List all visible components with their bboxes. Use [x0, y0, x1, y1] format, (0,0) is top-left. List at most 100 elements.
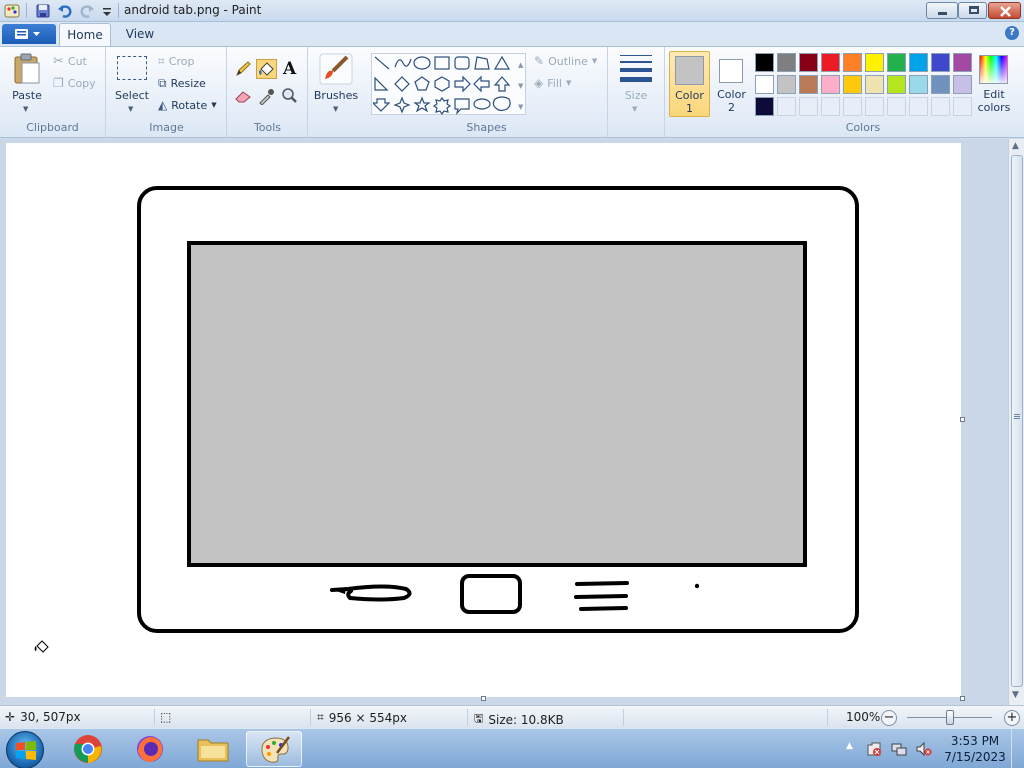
- cut-button[interactable]: ✂ Cut: [53, 54, 87, 69]
- eraser-tool[interactable]: [233, 86, 254, 106]
- tab-view[interactable]: View: [117, 23, 163, 46]
- outline-button[interactable]: ✎ Outline ▼: [534, 54, 597, 68]
- undo-icon[interactable]: [57, 3, 73, 19]
- size-button[interactable]: Size: [614, 89, 658, 102]
- customize-toolbar-icon[interactable]: [99, 3, 115, 19]
- show-desktop-button[interactable]: [1011, 729, 1024, 768]
- color-swatch[interactable]: [777, 75, 796, 94]
- scrollbar-thumb[interactable]: [1011, 155, 1023, 687]
- color-swatch[interactable]: [799, 53, 818, 72]
- color-swatch[interactable]: [755, 97, 774, 116]
- outline-icon: ✎: [534, 54, 545, 68]
- zoom-slider-thumb[interactable]: [945, 710, 954, 725]
- color-swatch[interactable]: [909, 53, 928, 72]
- volume-muted-icon[interactable]: [916, 741, 932, 757]
- color-swatch[interactable]: [865, 53, 884, 72]
- color-swatch[interactable]: [843, 53, 862, 72]
- paint-bucket-icon: [259, 62, 274, 76]
- brushes-dropdown-icon[interactable]: ▼: [333, 105, 338, 113]
- color-swatch[interactable]: [865, 97, 884, 116]
- paint-menu-button[interactable]: [2, 24, 56, 44]
- firefox-icon: [137, 736, 163, 762]
- color-swatch[interactable]: [953, 97, 972, 116]
- resize-button[interactable]: ⧉ Resize: [158, 76, 206, 91]
- network-icon[interactable]: [891, 741, 907, 757]
- color-swatch[interactable]: [755, 53, 774, 72]
- color-swatch[interactable]: [821, 53, 840, 72]
- size-lines-icon[interactable]: [620, 55, 652, 82]
- resize-handle-right[interactable]: [960, 417, 965, 422]
- paste-icon[interactable]: [13, 53, 41, 85]
- color-swatch[interactable]: [931, 53, 950, 72]
- close-button[interactable]: [988, 2, 1021, 19]
- color-swatch[interactable]: [799, 75, 818, 94]
- scroll-up-arrow-icon[interactable]: ▲: [1012, 141, 1019, 151]
- pencil-tool[interactable]: [233, 59, 254, 79]
- edit-colors-button[interactable]: Edit colors: [975, 51, 1013, 117]
- text-tool[interactable]: A: [279, 59, 300, 79]
- redo-icon[interactable]: [79, 3, 95, 19]
- action-center-icon[interactable]: [866, 741, 882, 757]
- color1-button[interactable]: Color 1: [669, 51, 710, 117]
- copy-button[interactable]: ❐ Copy: [53, 76, 96, 90]
- minimize-button[interactable]: [926, 2, 958, 19]
- color-swatch[interactable]: [909, 97, 928, 116]
- fill-tool[interactable]: [256, 59, 277, 79]
- magnifier-tool[interactable]: [279, 86, 300, 106]
- resize-handle-bottom[interactable]: [481, 696, 486, 701]
- color-picker-tool[interactable]: [256, 86, 277, 106]
- scroll-down-arrow-icon[interactable]: ▼: [1012, 690, 1019, 700]
- brush-icon[interactable]: [319, 53, 353, 85]
- fill-button[interactable]: ◈ Fill ▼: [534, 76, 571, 90]
- select-button[interactable]: Select: [111, 89, 153, 102]
- clock-date: 7/15/2023: [944, 750, 1006, 764]
- color-swatch[interactable]: [887, 75, 906, 94]
- color-swatch[interactable]: [953, 53, 972, 72]
- color-swatch[interactable]: [909, 75, 928, 94]
- color-swatch[interactable]: [887, 97, 906, 116]
- color2-button[interactable]: Color 2: [712, 51, 751, 117]
- paint-app-icon[interactable]: [4, 3, 20, 19]
- windows-logo-icon: [16, 741, 36, 760]
- paste-dropdown-icon[interactable]: ▼: [23, 105, 28, 113]
- crop-button[interactable]: ⌗ Crop: [158, 54, 194, 69]
- color-swatch[interactable]: [865, 75, 884, 94]
- select-dropdown-icon[interactable]: ▼: [128, 105, 133, 113]
- tab-home[interactable]: Home: [59, 23, 111, 46]
- help-icon[interactable]: ?: [1005, 26, 1019, 40]
- shapes-gallery-scroll[interactable]: ▲ ▼ ▼: [518, 55, 523, 118]
- zoom-in-button[interactable]: +: [1004, 710, 1020, 726]
- color-swatch[interactable]: [843, 97, 862, 116]
- paste-button[interactable]: Paste: [8, 89, 46, 102]
- rotate-button[interactable]: ◭ Rotate ▼: [158, 98, 217, 112]
- paint-bucket-cursor-icon: [34, 640, 49, 653]
- file-explorer-taskbar-button[interactable]: [184, 731, 240, 767]
- resize-handle-corner[interactable]: [960, 696, 965, 701]
- maximize-button[interactable]: [958, 2, 987, 19]
- color-swatch[interactable]: [821, 97, 840, 116]
- chrome-taskbar-button[interactable]: [60, 731, 116, 767]
- color-swatch[interactable]: [799, 97, 818, 116]
- save-icon[interactable]: [35, 3, 51, 19]
- show-hidden-icons-icon[interactable]: ▲: [846, 741, 853, 751]
- brushes-button[interactable]: Brushes: [312, 89, 360, 102]
- shapes-gallery-icons[interactable]: [373, 55, 517, 115]
- drawing-canvas[interactable]: [6, 143, 961, 697]
- paint-taskbar-button[interactable]: [246, 731, 302, 767]
- color-swatch[interactable]: [777, 97, 796, 116]
- color-swatch[interactable]: [821, 75, 840, 94]
- color-swatch[interactable]: [931, 75, 950, 94]
- firefox-taskbar-button[interactable]: [122, 731, 178, 767]
- color-swatch[interactable]: [755, 75, 774, 94]
- color-swatch[interactable]: [777, 53, 796, 72]
- color-swatch[interactable]: [843, 75, 862, 94]
- vertical-scrollbar[interactable]: ▲ ▼: [1008, 139, 1024, 705]
- select-icon[interactable]: [117, 56, 147, 80]
- system-clock[interactable]: 3:53 PM 7/15/2023: [943, 733, 1007, 765]
- zoom-out-button[interactable]: −: [881, 710, 897, 726]
- size-dropdown-icon[interactable]: ▼: [632, 105, 637, 113]
- color-swatch[interactable]: [931, 97, 950, 116]
- color-swatch[interactable]: [953, 75, 972, 94]
- start-button[interactable]: [6, 731, 44, 768]
- color-swatch[interactable]: [887, 53, 906, 72]
